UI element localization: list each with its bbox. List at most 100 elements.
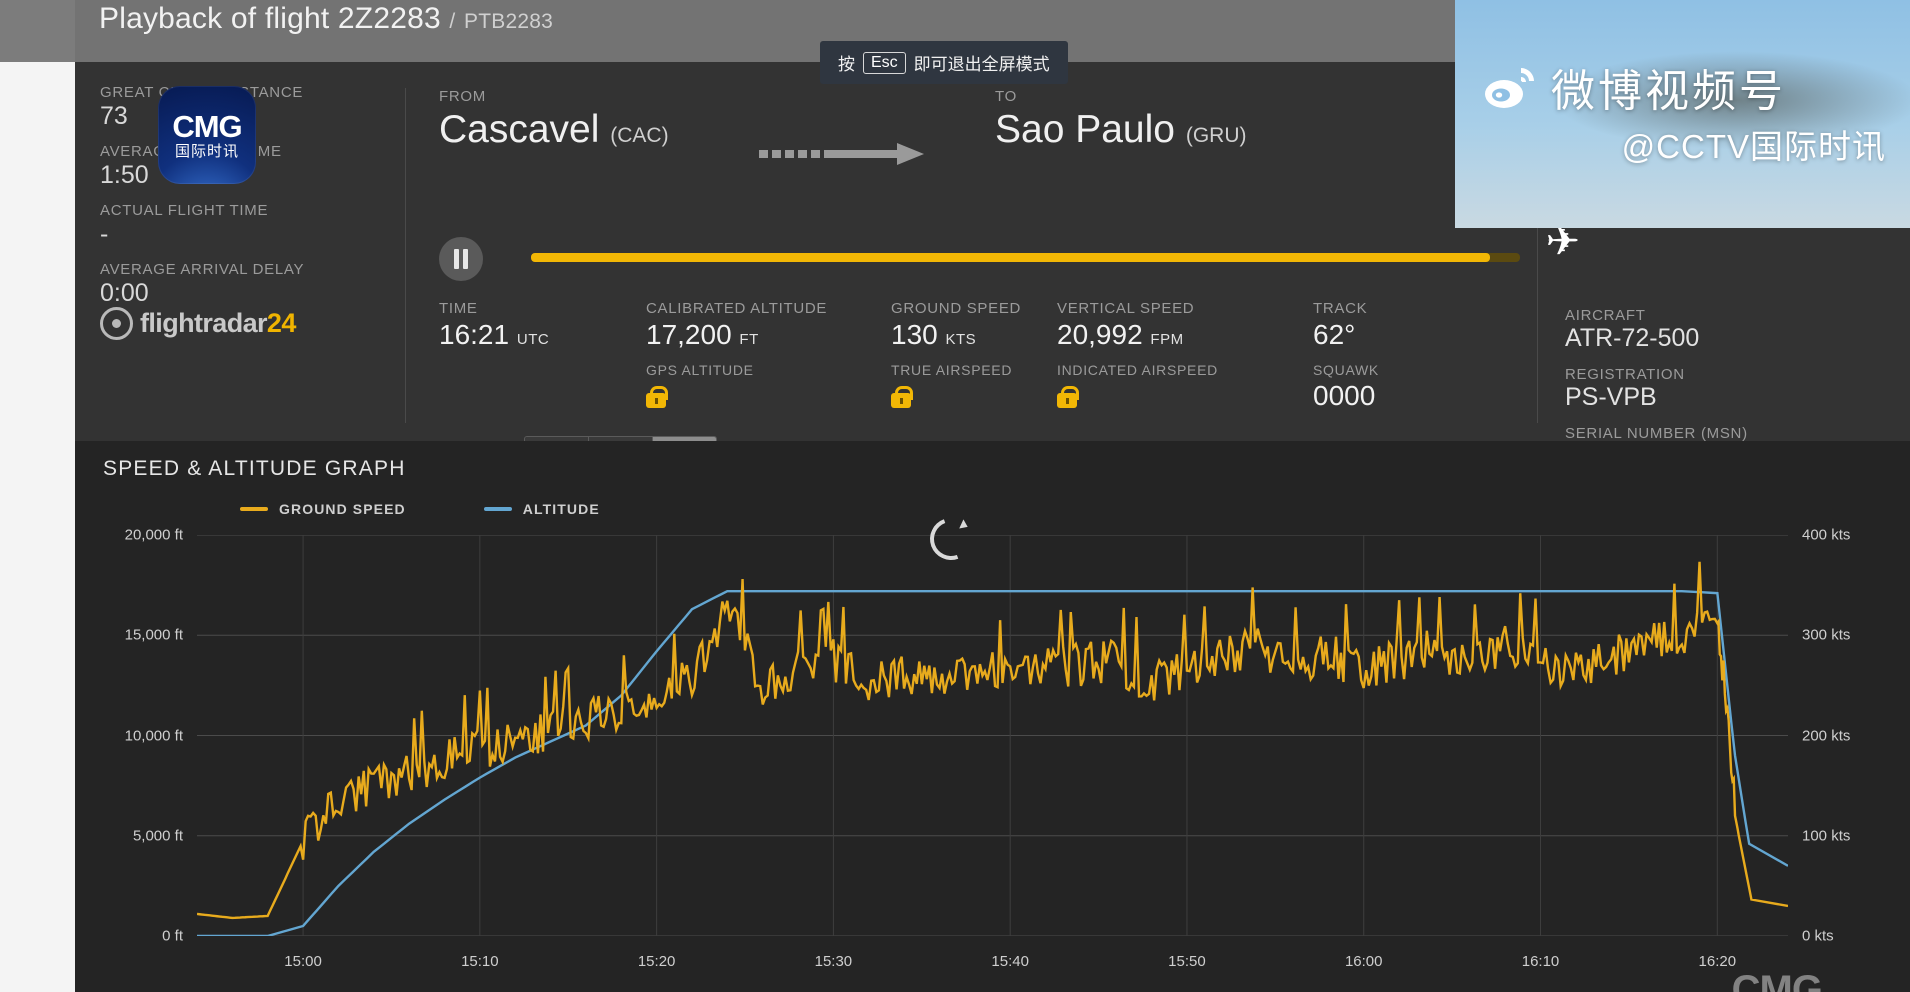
- y-tick-left: 5,000 ft: [132, 827, 183, 845]
- flightradar24-logo: flightradar24: [100, 307, 296, 340]
- x-tick: 15:40: [991, 953, 1029, 970]
- route-summary: FROM Cascavel (CAC) TO Sao Paulo (GRU): [439, 88, 1580, 213]
- flight-callsign: PTB2283: [464, 10, 553, 33]
- playback-progress-fill: [531, 253, 1491, 262]
- x-tick: 15:30: [814, 953, 853, 970]
- readout-track: TRACK 62°: [1313, 300, 1367, 351]
- average-arrival-delay-label: AVERAGE ARRIVAL DELAY: [100, 261, 305, 278]
- weibo-handle: @CCTV国际时讯: [1621, 128, 1886, 165]
- cmg-chart-watermark: CMG 国际时讯: [1732, 970, 1823, 992]
- fullscreen-exit-tooltip: 按 Esc 即可退出全屏模式: [820, 41, 1068, 84]
- playback-screen: Playback of flight 2Z2283 / PTB2283 GREA…: [0, 0, 1910, 992]
- dashed-arrow-right-icon: [759, 143, 924, 165]
- lock-icon: [891, 386, 913, 408]
- x-tick: 15:50: [1168, 953, 1206, 970]
- msn-label: SERIAL NUMBER (MSN): [1565, 425, 1748, 442]
- readout-time: TIME 16:21 UTC: [439, 300, 549, 351]
- lock-icon: [646, 386, 668, 408]
- readout-gps-altitude-label: GPS ALTITUDE: [646, 362, 754, 378]
- readout-calibrated-altitude: CALIBRATED ALTITUDE 17,200 FT: [646, 300, 827, 351]
- readout-ground-speed-value: 130 KTS: [891, 319, 977, 350]
- readout-track-value: 62°: [1313, 319, 1356, 350]
- playback-controls: ✈: [439, 221, 1580, 283]
- graph-series-canvas: [197, 535, 1788, 936]
- readout-squawk-value: 0000: [1313, 380, 1376, 411]
- readout-ground-speed: GROUND SPEED 130 KTS: [891, 300, 1021, 351]
- playback-progress-track[interactable]: [531, 253, 1520, 262]
- x-tick: 15:10: [461, 953, 499, 970]
- readout-squawk-label: SQUAWK: [1313, 362, 1379, 378]
- weibo-title: 微博视频号: [1551, 67, 1786, 116]
- graph-gridlines: [197, 535, 1788, 936]
- legend-item-ground-speed[interactable]: GROUND SPEED: [240, 501, 406, 517]
- y-tick-right: 100 kts: [1802, 827, 1851, 845]
- y-tick-right: 400 kts: [1802, 526, 1851, 544]
- readout-indicated-airspeed-label: INDICATED AIRSPEED: [1057, 362, 1218, 378]
- graph-plot-area[interactable]: 0 ft 5,000 ft 10,000 ft 15,000 ft 20,000 ft …: [125, 527, 1851, 971]
- registration-value: PS-VPB: [1565, 383, 1657, 411]
- destination-code: (GRU): [1185, 124, 1247, 147]
- legend-item-altitude[interactable]: ALTITUDE: [483, 501, 600, 517]
- destination-block: TO Sao Paulo (GRU): [995, 88, 1246, 152]
- fr24-logo-text: flightradar24: [140, 308, 296, 338]
- readout-time-value: 16:21 UTC: [439, 319, 550, 350]
- readout-vertical-speed-value: 20,992 FPM: [1057, 319, 1184, 350]
- legend-swatch-altitude: [483, 507, 512, 511]
- esc-tooltip-prefix: 按: [838, 55, 855, 74]
- readout-calibrated-altitude-value: 17,200 FT: [646, 319, 759, 350]
- readout-vertical-speed: VERTICAL SPEED 20,992 FPM: [1057, 300, 1194, 351]
- origin-city: Cascavel (CAC): [439, 108, 669, 151]
- pause-button[interactable]: [439, 237, 483, 281]
- ground-speed-series-line: [197, 562, 1788, 918]
- left-letterbox-top: [0, 0, 75, 62]
- y-tick-right: 300 kts: [1802, 626, 1851, 644]
- x-tick: 15:20: [637, 953, 676, 970]
- to-label: TO: [995, 88, 1017, 105]
- readout-ground-speed-label: GROUND SPEED: [891, 300, 1022, 317]
- x-tick: 15:00: [284, 953, 322, 970]
- destination-city: Sao Paulo (GRU): [995, 108, 1247, 151]
- page-title-text: Playback of flight 2Z2283: [99, 2, 441, 35]
- average-arrival-delay-value: 0:00: [100, 279, 149, 307]
- cmg-logo-line2: 国际时讯: [174, 143, 239, 160]
- speed-altitude-graph: SPEED & ALTITUDE GRAPH GROUND SPEED ALTI…: [75, 441, 1910, 992]
- fr24-radar-icon: [100, 307, 133, 340]
- page-title: Playback of flight 2Z2283 / PTB2283: [99, 2, 553, 36]
- graph-legend: GROUND SPEED ALTITUDE: [240, 501, 600, 517]
- y-tick-left: 15,000 ft: [124, 626, 183, 644]
- weibo-banner: 微博视频号 @CCTV国际时讯: [1455, 0, 1910, 228]
- panel-divider-left: [405, 88, 406, 423]
- y-tick-right: 0 kts: [1802, 927, 1834, 945]
- readout-time-label: TIME: [439, 300, 478, 317]
- left-letterbox: [0, 0, 75, 992]
- cmg-logo-overlay: CMG 国际时讯: [158, 86, 256, 184]
- readout-indicated-airspeed: INDICATED AIRSPEED: [1057, 362, 1218, 408]
- origin-code: (CAC): [610, 124, 669, 147]
- aircraft-type-label: AIRCRAFT: [1565, 307, 1646, 324]
- readout-squawk: SQUAWK 0000: [1313, 362, 1379, 412]
- actual-flight-time-label: ACTUAL FLIGHT TIME: [100, 202, 269, 219]
- esc-tooltip-suffix: 即可退出全屏模式: [913, 55, 1050, 74]
- telemetry-readouts: TIME 16:21 UTC CALIBRATED ALTITUDE 17,20…: [439, 300, 1585, 430]
- graph-title: SPEED & ALTITUDE GRAPH: [103, 457, 406, 480]
- y-tick-left: 20,000 ft: [124, 526, 183, 544]
- from-label: FROM: [439, 88, 486, 105]
- readout-vertical-speed-label: VERTICAL SPEED: [1057, 300, 1195, 317]
- lock-icon: [1057, 386, 1079, 408]
- registration-label: REGISTRATION: [1565, 366, 1685, 383]
- legend-swatch-ground-speed: [240, 507, 268, 511]
- readout-gps-altitude: GPS ALTITUDE: [646, 362, 754, 408]
- origin-block: FROM Cascavel (CAC): [439, 88, 669, 152]
- readout-calibrated-altitude-label: CALIBRATED ALTITUDE: [646, 300, 828, 317]
- x-tick: 16:20: [1698, 953, 1737, 970]
- readout-track-label: TRACK: [1313, 300, 1368, 317]
- weibo-title-row: 微博视频号: [1483, 55, 1786, 119]
- weibo-icon: [1485, 68, 1534, 108]
- aircraft-type-value: ATR-72-500: [1565, 324, 1700, 352]
- legend-label-ground-speed: GROUND SPEED: [279, 501, 406, 517]
- y-tick-left: 0 ft: [162, 927, 183, 945]
- legend-label-altitude: ALTITUDE: [522, 501, 600, 517]
- title-separator: /: [449, 10, 456, 33]
- x-tick: 16:10: [1521, 953, 1560, 970]
- y-tick-left: 10,000 ft: [124, 727, 183, 744]
